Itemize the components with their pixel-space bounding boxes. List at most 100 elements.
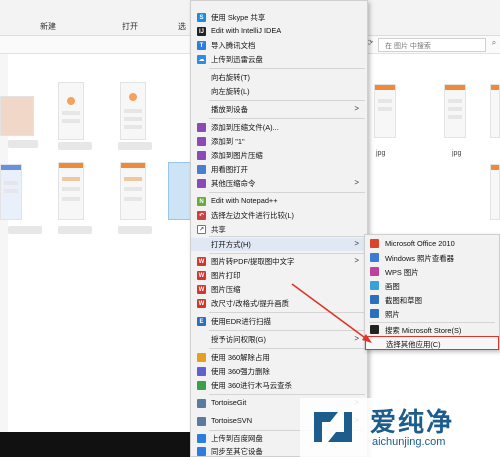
wps-w-icon: W (197, 299, 206, 308)
submenu-item-store-search[interactable]: 搜索 Microsoft Store(S) (365, 323, 499, 337)
watermark-logo-icon (314, 412, 352, 442)
menu-item-image-to-pdf[interactable]: W 图片转PDF/提取图中文字 > (191, 255, 367, 268)
submenu-item-photos[interactable]: 照片 (365, 307, 499, 321)
menu-item-tencent-docs[interactable]: T 导入腾讯文档 (191, 39, 367, 52)
skype-icon: S (197, 13, 206, 22)
submenu-item-office-2010[interactable]: Microsoft Office 2010 (365, 237, 499, 251)
submenu-item-wps-picture[interactable]: WPS 图片 (365, 265, 499, 279)
blurred-filename (118, 142, 152, 150)
menu-item-image-print[interactable]: W 图片打印 (191, 269, 367, 282)
office-icon (370, 239, 379, 248)
menu-item-skype-share[interactable]: S 使用 Skype 共享 (191, 11, 367, 24)
ribbon-new-label[interactable]: 新建 (40, 21, 56, 32)
taskbar-strip (0, 432, 190, 457)
blurred-filename (118, 226, 152, 234)
file-thumbnail[interactable] (120, 82, 146, 140)
menu-item-xunlei-cloud[interactable]: ☁ 上传到迅雷云盘 (191, 53, 367, 66)
file-thumbnail[interactable] (58, 82, 84, 140)
menu-item-360-delete[interactable]: 使用 360强力删除 (191, 365, 367, 378)
blurred-filename (8, 226, 42, 234)
wps-w-icon: W (197, 271, 206, 280)
winrar-icon (197, 151, 206, 160)
menu-separator (209, 118, 365, 119)
menu-item-edr-scan[interactable]: E 使用EDR进行扫描 (191, 315, 367, 328)
file-thumbnail[interactable] (0, 96, 34, 136)
menu-item-image-compress-add[interactable]: 添加到图片压缩 (191, 149, 367, 162)
menu-separator (209, 100, 365, 101)
winrar-icon (197, 179, 206, 188)
watermark: 爱纯净 aichunjing.com (300, 398, 500, 457)
menu-item-add-to-archive[interactable]: 添加到压缩文件(A)... (191, 121, 367, 134)
snip-sketch-icon (370, 295, 379, 304)
ribbon-select-label[interactable]: 选 (178, 21, 186, 32)
ribbon-open-label[interactable]: 打开 (122, 21, 138, 32)
chevron-right-icon: > (354, 239, 359, 248)
menu-item-intellij[interactable]: IJ Edit with IntelliJ IDEA (191, 25, 367, 38)
menu-item-open-with-viewer[interactable]: 用看图打开 (191, 163, 367, 176)
file-thumbnail[interactable] (490, 164, 500, 220)
menu-item-resize-format[interactable]: W 改尺寸/改格式/提升画质 (191, 297, 367, 310)
menu-item-notepadpp[interactable]: N Edit with Notepad++ (191, 195, 367, 208)
blurred-filename (8, 140, 38, 148)
menu-item-share[interactable]: ↗ 共享 (191, 223, 367, 236)
submenu-item-paint[interactable]: 画图 (365, 279, 499, 293)
menu-item-cast-to-device[interactable]: 播放到设备 > (191, 103, 367, 116)
menu-item-image-compress[interactable]: W 图片压缩 (191, 283, 367, 296)
photo-viewer-icon (370, 253, 379, 262)
menu-separator (209, 68, 365, 69)
submenu-item-photo-viewer[interactable]: Windows 照片查看器 (365, 251, 499, 265)
winrar-icon (197, 137, 206, 146)
submenu-item-snip-sketch[interactable]: 截图和草图 (365, 293, 499, 307)
menu-separator (209, 394, 365, 395)
wps-w-icon: W (197, 257, 206, 266)
paint-icon (370, 281, 379, 290)
menu-separator (209, 236, 365, 237)
tortoisegit-icon (197, 399, 206, 408)
menu-item-360-scan[interactable]: 使用 360进行木马云查杀 (191, 379, 367, 392)
blurred-filename (58, 226, 92, 234)
context-menu: S 使用 Skype 共享 IJ Edit with IntelliJ IDEA… (190, 0, 368, 457)
notepadpp-icon: N (197, 197, 206, 206)
file-thumbnail[interactable] (490, 84, 500, 138)
baidu-netdisk-icon (197, 434, 206, 443)
intellij-icon: IJ (197, 27, 206, 36)
menu-item-rotate-right[interactable]: 向右旋转(T) (191, 71, 367, 84)
winrar-icon (197, 123, 206, 132)
360-scan-icon (197, 381, 206, 390)
chevron-right-icon: > (354, 104, 359, 113)
file-thumbnail[interactable] (0, 164, 22, 220)
menu-item-open-with[interactable]: 打开方式(H) > (191, 238, 367, 251)
menu-separator (209, 253, 365, 254)
compare-icon: ↶ (197, 211, 206, 220)
menu-item-grant-access[interactable]: 授予访问权限(G) > (191, 333, 367, 346)
360-delete-icon (197, 367, 206, 376)
menu-item-rotate-left[interactable]: 向左旋转(L) (191, 85, 367, 98)
search-box[interactable]: 在 图片 中搜索 (378, 38, 486, 52)
tortoisesvn-icon (197, 417, 206, 426)
menu-item-360-unlock[interactable]: 使用 360解除占用 (191, 351, 367, 364)
tencent-docs-icon: T (197, 41, 206, 50)
edr-icon: E (197, 317, 206, 326)
open-with-submenu: Microsoft Office 2010 Windows 照片查看器 WPS … (364, 234, 500, 350)
file-thumbnail[interactable] (58, 162, 84, 220)
share-icon: ↗ (197, 225, 206, 234)
menu-separator (209, 312, 365, 313)
watermark-url-text: aichunjing.com (372, 436, 446, 448)
search-icon[interactable]: ⌕ (488, 38, 500, 52)
file-thumbnail[interactable] (120, 162, 146, 220)
file-label: jpg (376, 150, 386, 157)
wps-picture-icon (370, 267, 379, 276)
photos-icon (370, 309, 379, 318)
file-thumbnail[interactable] (444, 84, 466, 138)
menu-separator (209, 330, 365, 331)
menu-separator (209, 348, 365, 349)
menu-separator (209, 192, 365, 193)
menu-item-other-compress[interactable]: 其他压缩命令 > (191, 177, 367, 190)
file-thumbnail[interactable] (374, 84, 396, 138)
store-icon (370, 325, 379, 334)
chevron-right-icon: > (354, 256, 359, 265)
menu-item-compare-left[interactable]: ↶ 选择左边文件进行比较(L) (191, 209, 367, 222)
wps-w-icon: W (197, 285, 206, 294)
menu-item-add-to-named-archive[interactable]: 添加到 "1" (191, 135, 367, 148)
submenu-item-choose-other-app[interactable]: 选择其他应用(C) (365, 336, 499, 350)
